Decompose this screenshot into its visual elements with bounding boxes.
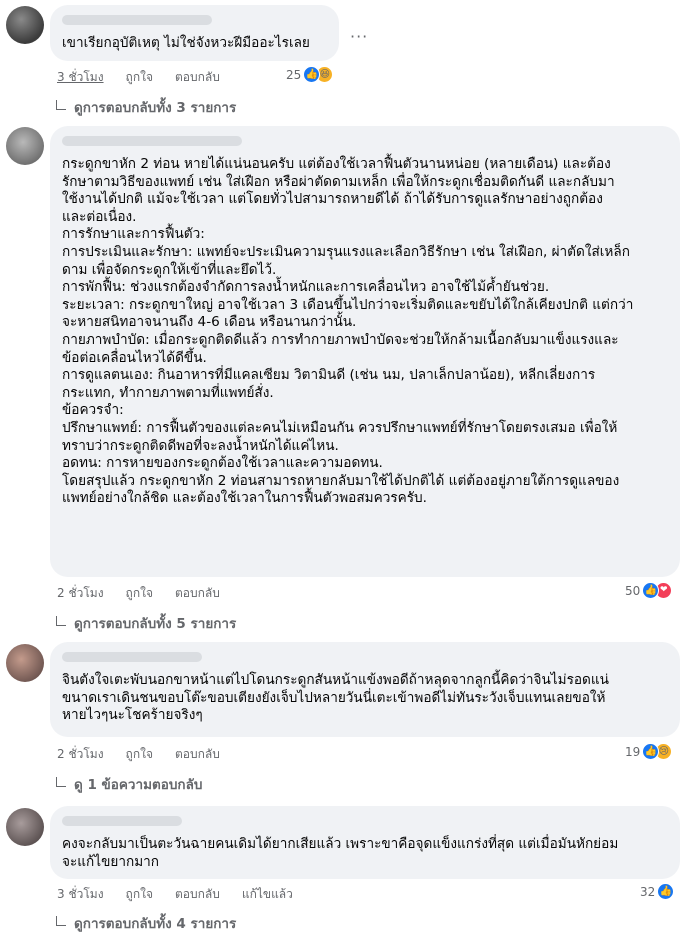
more-options-icon[interactable]: ··· [350, 27, 368, 46]
like-button[interactable]: ถูกใจ [126, 885, 153, 904]
comment-timestamp[interactable]: 2 ชั่วโมง [57, 584, 104, 603]
reaction-summary[interactable]: 32 👍 [640, 883, 675, 900]
comment-bubble: เขาเรียกอุบัติเหตุ ไม่ใช่จังหวะฝีมืออะไร… [50, 5, 339, 61]
like-button[interactable]: ถูกใจ [126, 745, 153, 764]
comment-bubble: จินตังใจเตะพับนอกขาหน้าแต่ไปโดนกระดูกสัน… [50, 642, 680, 737]
avatar[interactable] [6, 808, 44, 846]
view-replies-link[interactable]: ดู 1 ข้อความตอบกลับ [56, 773, 202, 795]
comment-text: เขาเรียกอุบัติเหตุ ไม่ใช่จังหวะฝีมืออะไร… [62, 35, 310, 51]
comment-text: คงจะกลับมาเป็นตะวันฉายคนเดิมได้ยากเสียแล… [62, 836, 619, 870]
reply-button[interactable]: ตอบกลับ [175, 745, 220, 764]
reaction-count: 32 [640, 884, 656, 899]
reaction-summary[interactable]: 50 👍 ❤ [625, 582, 673, 599]
reaction-summary[interactable]: 19 👍 😢 [625, 743, 673, 760]
view-replies-link[interactable]: ดูการตอบกลับทั้ง 5 รายการ [56, 612, 236, 634]
reaction-count: 19 [625, 744, 641, 759]
reaction-summary[interactable]: 25 👍 😆 [286, 66, 334, 83]
reply-arrow-icon [56, 777, 66, 787]
author-name[interactable] [62, 816, 182, 826]
comment-text: จินตังใจเตะพับนอกขาหน้าแต่ไปโดนกระดูกสัน… [62, 672, 609, 724]
view-replies-link[interactable]: ดูการตอบกลับทั้ง 3 รายการ [56, 96, 236, 118]
author-name[interactable] [62, 136, 242, 146]
avatar[interactable] [6, 127, 44, 165]
avatar[interactable] [6, 644, 44, 682]
comment-timestamp[interactable]: 2 ชั่วโมง [57, 745, 104, 764]
author-name[interactable] [62, 15, 212, 25]
reply-button[interactable]: ตอบกลับ [175, 885, 220, 904]
view-replies-label: ดู 1 ข้อความตอบกลับ [74, 777, 203, 793]
comment-bubble: คงจะกลับมาเป็นตะวันฉายคนเดิมได้ยากเสียแล… [50, 806, 680, 879]
reply-button[interactable]: ตอบกลับ [175, 584, 220, 603]
reply-arrow-icon [56, 100, 66, 110]
view-replies-label: ดูการตอบกลับทั้ง 5 รายการ [74, 616, 237, 632]
comment-bubble: กระดูกขาหัก 2 ท่อน หายได้แน่นอนครับ แต่ต… [50, 126, 680, 577]
like-button[interactable]: ถูกใจ [126, 68, 153, 87]
like-icon: 👍 [657, 883, 675, 900]
view-replies-link[interactable]: ดูการตอบกลับทั้ง 4 รายการ [56, 912, 236, 934]
comment-timestamp[interactable]: 3 ชั่วโมง [57, 68, 104, 87]
reply-button[interactable]: ตอบกลับ [175, 68, 220, 87]
reaction-count: 25 [286, 67, 302, 82]
comment-timestamp[interactable]: 3 ชั่วโมง [57, 885, 104, 904]
reply-arrow-icon [56, 616, 66, 626]
comment-text: กระดูกขาหัก 2 ท่อน หายได้แน่นอนครับ แต่ต… [62, 156, 634, 507]
reply-arrow-icon [56, 916, 66, 926]
view-replies-label: ดูการตอบกลับทั้ง 3 รายการ [74, 100, 237, 116]
avatar[interactable] [6, 6, 44, 44]
edited-label: แก้ไขแล้ว [241, 887, 293, 901]
like-button[interactable]: ถูกใจ [126, 584, 153, 603]
view-replies-label: ดูการตอบกลับทั้ง 4 รายการ [74, 916, 237, 932]
reaction-count: 50 [625, 583, 641, 598]
author-name[interactable] [62, 652, 202, 662]
